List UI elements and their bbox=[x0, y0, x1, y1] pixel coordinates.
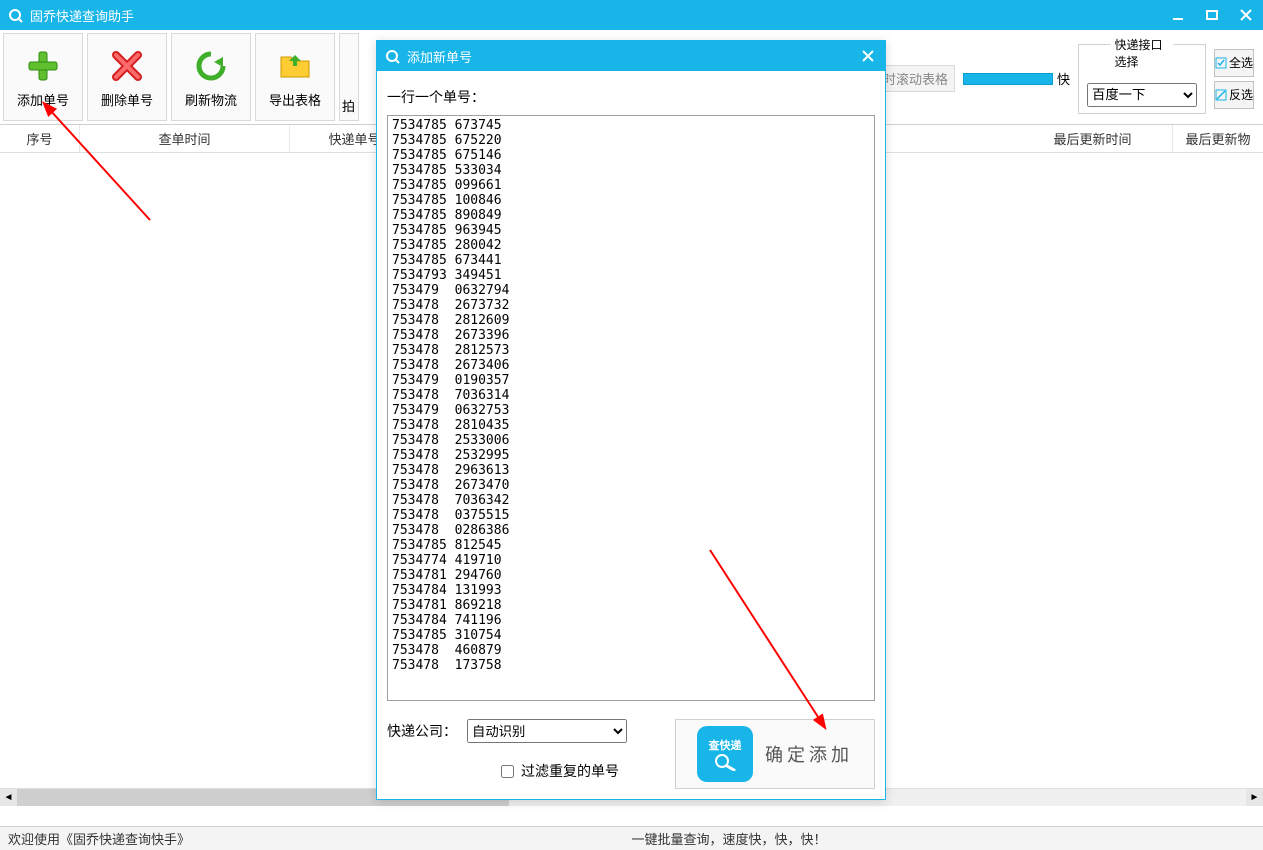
filter-duplicates-checkbox[interactable]: 过滤重复的单号 bbox=[497, 761, 627, 781]
delete-icon bbox=[107, 46, 147, 86]
refresh-button[interactable]: 刷新物流 bbox=[171, 33, 251, 121]
col-last-update-loc[interactable]: 最后更新物 bbox=[1173, 125, 1263, 152]
folder-export-icon bbox=[275, 46, 315, 86]
dialog-hint: 一行一个单号： bbox=[387, 87, 875, 107]
delete-number-label: 删除单号 bbox=[101, 90, 153, 109]
maximize-button[interactable] bbox=[1195, 0, 1229, 30]
minimize-button[interactable] bbox=[1161, 0, 1195, 30]
col-last-update[interactable]: 最后更新时间 bbox=[1013, 125, 1173, 152]
dialog-body: 一行一个单号： 快递公司： 自动识别 过滤重复的单号 查快递 bbox=[377, 71, 885, 799]
interface-group-label: 快递接口选择 bbox=[1111, 36, 1174, 70]
invert-selection-button[interactable]: 反选 bbox=[1214, 81, 1254, 109]
select-all-label: 全选 bbox=[1229, 54, 1253, 71]
selection-buttons: 全选 反选 bbox=[1214, 49, 1254, 109]
company-row: 快递公司： 自动识别 bbox=[387, 719, 627, 743]
refresh-icon bbox=[191, 46, 231, 86]
confirm-add-label: 确定添加 bbox=[765, 741, 853, 767]
speed-label: 快 bbox=[1057, 69, 1070, 88]
hscroll-left-arrow[interactable]: ◄ bbox=[0, 789, 17, 806]
interface-group: 快递接口选择 百度一下 bbox=[1078, 44, 1206, 114]
filter-duplicates-label: 过滤重复的单号 bbox=[521, 761, 619, 781]
col-seq[interactable]: 序号 bbox=[0, 125, 80, 152]
partial-label: 拍 bbox=[342, 96, 355, 115]
tracking-numbers-textarea[interactable] bbox=[387, 115, 875, 701]
export-button[interactable]: 导出表格 bbox=[255, 33, 335, 121]
search-express-icon: 查快递 bbox=[697, 726, 753, 782]
add-number-dialog: 添加新单号 一行一个单号： 快递公司： 自动识别 过滤重复的单号 bbox=[376, 40, 886, 800]
window-controls bbox=[1161, 0, 1263, 30]
invert-selection-label: 反选 bbox=[1229, 86, 1253, 103]
export-label: 导出表格 bbox=[269, 90, 321, 109]
add-number-button[interactable]: 添加单号 bbox=[3, 33, 83, 121]
status-left: 欢迎使用《固乔快递查询快手》 bbox=[8, 829, 190, 848]
dialog-titlebar: 添加新单号 bbox=[377, 41, 885, 71]
confirm-add-button[interactable]: 查快递 确定添加 bbox=[675, 719, 875, 789]
dialog-app-icon bbox=[383, 47, 401, 65]
company-label: 快递公司： bbox=[387, 721, 457, 741]
dialog-bottom-row: 快递公司： 自动识别 过滤重复的单号 查快递 bbox=[387, 701, 875, 789]
toolbar-right: 查询时滚动表格 快 快递接口选择 百度一下 全选 反选 bbox=[829, 33, 1260, 124]
app-title: 固乔快递查询助手 bbox=[30, 6, 134, 25]
interface-select[interactable]: 百度一下 bbox=[1087, 83, 1197, 107]
statusbar: 欢迎使用《固乔快递查询快手》 一键批量查询，速度快，快，快！ bbox=[0, 826, 1263, 850]
dialog-title: 添加新单号 bbox=[407, 47, 472, 66]
select-all-button[interactable]: 全选 bbox=[1214, 49, 1254, 77]
main-titlebar: 固乔快递查询助手 bbox=[0, 0, 1263, 30]
refresh-label: 刷新物流 bbox=[185, 90, 237, 109]
invert-icon bbox=[1215, 89, 1227, 101]
partial-button[interactable]: 拍 bbox=[339, 33, 359, 121]
speed-indicator: 快 bbox=[963, 69, 1070, 88]
add-number-label: 添加单号 bbox=[17, 90, 69, 109]
company-select[interactable]: 自动识别 bbox=[467, 719, 627, 743]
speed-bar[interactable] bbox=[963, 73, 1053, 85]
app-icon bbox=[6, 6, 24, 24]
filter-duplicates-input[interactable] bbox=[501, 765, 514, 778]
status-right: 一键批量查询，速度快，快，快！ bbox=[632, 829, 827, 848]
select-all-icon bbox=[1215, 57, 1227, 69]
hscroll-right-arrow[interactable]: ► bbox=[1246, 789, 1263, 806]
delete-number-button[interactable]: 删除单号 bbox=[87, 33, 167, 121]
dialog-close-button[interactable] bbox=[851, 41, 885, 71]
close-button[interactable] bbox=[1229, 0, 1263, 30]
plus-icon bbox=[23, 46, 63, 86]
col-query-time[interactable]: 查单时间 bbox=[80, 125, 290, 152]
